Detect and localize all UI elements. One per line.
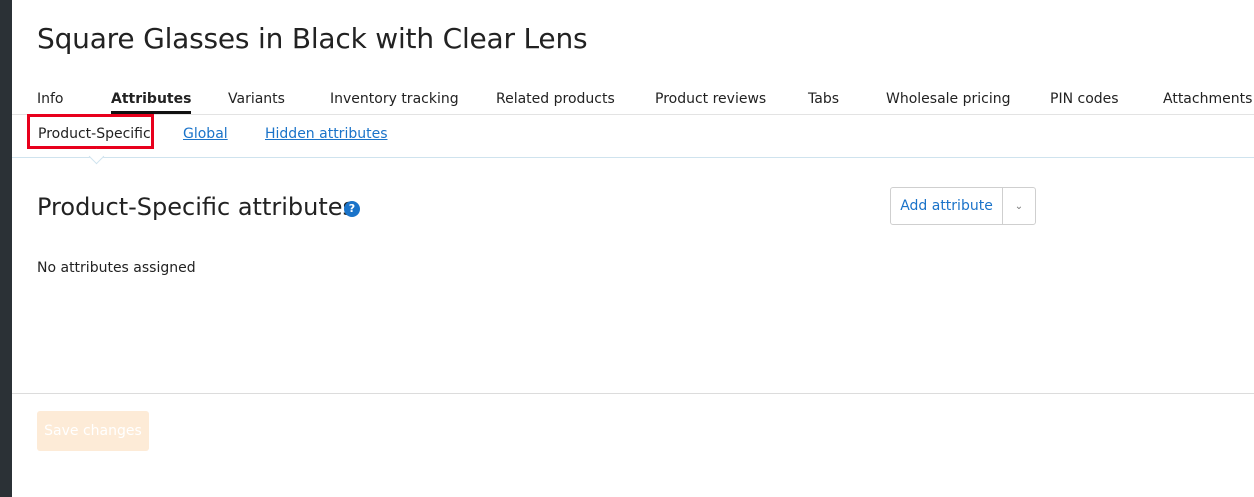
product-tabs: Info Attributes Variants Inventory track… <box>12 88 1254 115</box>
chevron-down-icon: ⌄ <box>1014 200 1024 212</box>
tab-wholesale-pricing[interactable]: Wholesale pricing <box>886 91 1011 107</box>
subtab-product-specific[interactable]: Product-Specific <box>38 126 151 142</box>
tab-product-reviews[interactable]: Product reviews <box>655 91 766 107</box>
tab-attachments[interactable]: Attachments▼ <box>1163 91 1254 107</box>
tab-pin-codes[interactable]: PIN codes <box>1050 91 1119 107</box>
tab-info[interactable]: Info <box>37 91 64 107</box>
tab-tabs[interactable]: Tabs <box>808 91 839 107</box>
add-attribute-group: Add attribute ⌄ <box>890 187 1036 225</box>
attribute-subtabs: Product-Specific Global Hidden attribute… <box>12 114 1254 165</box>
left-rail <box>0 0 12 497</box>
question-circle-icon[interactable]: ? <box>344 201 360 217</box>
add-attribute-dropdown-toggle[interactable]: ⌄ <box>1003 188 1035 224</box>
tab-attributes[interactable]: Attributes <box>111 91 192 114</box>
section-title: Product-Specific attributes <box>37 193 356 221</box>
save-changes-button[interactable]: Save changes <box>37 411 149 451</box>
active-subtab-pointer <box>88 148 105 165</box>
tab-related-products[interactable]: Related products <box>496 91 615 107</box>
tab-variants[interactable]: Variants <box>228 91 285 107</box>
page-title: Square Glasses in Black with Clear Lens <box>37 22 588 55</box>
tab-inventory-tracking[interactable]: Inventory tracking <box>330 91 459 107</box>
footer-divider <box>12 393 1254 394</box>
empty-state-text: No attributes assigned <box>37 260 196 276</box>
subtab-hidden-attributes[interactable]: Hidden attributes <box>265 126 388 142</box>
add-attribute-button[interactable]: Add attribute <box>891 188 1003 224</box>
tab-attachments-label: Attachments <box>1163 91 1253 107</box>
subtab-global[interactable]: Global <box>183 126 228 142</box>
